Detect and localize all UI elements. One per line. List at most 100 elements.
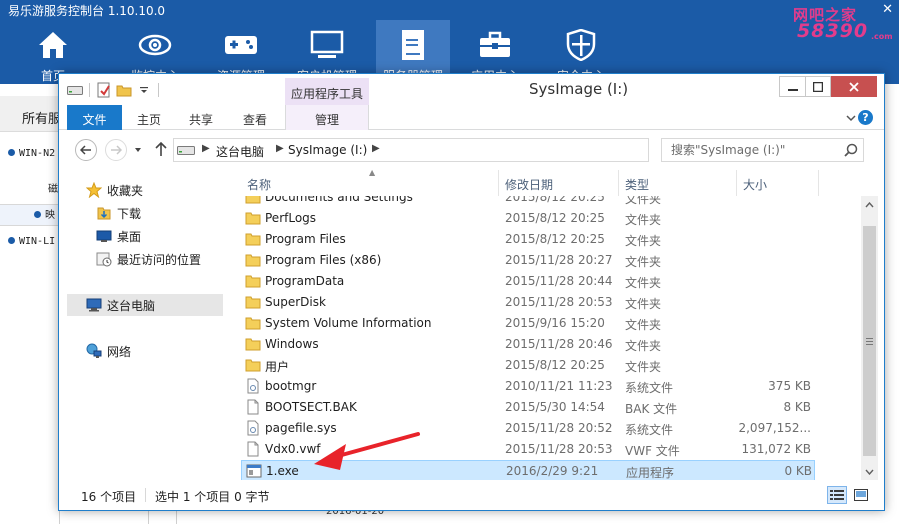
- drive-icon: [67, 82, 83, 98]
- system-file-icon: [245, 378, 261, 394]
- star-icon: [85, 182, 103, 198]
- folder-icon: [245, 273, 261, 289]
- tab-home[interactable]: 主页: [129, 105, 169, 130]
- file-type: 文件夹: [625, 234, 662, 248]
- file-name: Windows: [265, 337, 319, 351]
- expand-ribbon-icon[interactable]: [845, 112, 857, 124]
- help-icon[interactable]: ?: [858, 110, 873, 125]
- file-name: SuperDisk: [265, 295, 326, 309]
- file-row[interactable]: SuperDisk 2015/11/28 20:53 文件夹: [241, 292, 815, 313]
- back-arrow-icon: [80, 145, 91, 155]
- file-list: 名称 ▲ 修改日期 类型 大小 Documents and Settings 20…: [235, 168, 884, 480]
- close-button[interactable]: [831, 76, 877, 97]
- file-row[interactable]: 1.exe 2016/2/29 9:21 应用程序 0 KB: [241, 460, 815, 480]
- file-type: 系统文件: [625, 423, 674, 437]
- file-row[interactable]: bootmgr 2010/11/21 11:23 系统文件 375 KB: [241, 376, 815, 397]
- file-date: 2016/2/29 9:21: [506, 464, 599, 478]
- sidebar-sub-item-selected[interactable]: 映: [0, 206, 60, 228]
- tab-file[interactable]: 文件: [67, 105, 122, 130]
- computer-icon: [85, 297, 103, 313]
- file-name: bootmgr: [265, 379, 317, 393]
- nav-this-pc[interactable]: 这台电脑: [85, 295, 155, 315]
- file-date: 2015/8/12 20:25: [505, 232, 605, 246]
- maximize-icon: [813, 81, 823, 92]
- tab-manage[interactable]: 管理: [285, 105, 369, 130]
- search-input[interactable]: [663, 140, 838, 160]
- console-header: 易乐游服务控制台 1.10.10.0 首页 监控中心 资源管理: [0, 0, 899, 84]
- close-icon: [849, 81, 859, 92]
- file-name: System Volume Information: [265, 316, 432, 330]
- column-header-size[interactable]: 大小: [737, 170, 819, 196]
- title-bar[interactable]: 应用程序工具 SysImage (I:): [59, 74, 884, 105]
- file-row[interactable]: Program Files (x86) 2015/11/28 20:27 文件夹: [241, 250, 815, 271]
- shield-icon: [564, 28, 598, 61]
- console-close-button[interactable]: ✕: [882, 2, 893, 17]
- vertical-scrollbar[interactable]: [861, 196, 878, 480]
- search-icon[interactable]: [844, 143, 858, 157]
- file-rows: Documents and Settings 2015/8/12 20:25 文件夹…: [235, 196, 860, 480]
- file-type: 文件夹: [625, 196, 662, 206]
- file-date: 2015/11/28 20:53: [505, 442, 613, 456]
- toolbox-icon: [478, 28, 512, 61]
- file-row[interactable]: BOOTSECT.BAK 2015/5/30 14:54 BAK 文件 8 KB: [241, 397, 815, 418]
- scroll-up-icon[interactable]: [861, 196, 878, 213]
- nav-recent-places[interactable]: 最近访问的位置: [95, 249, 201, 269]
- folder-icon: [245, 252, 261, 268]
- properties-icon[interactable]: [96, 82, 112, 98]
- address-bar[interactable]: ▶ 这台电脑 ▶ SysImage (I:) ▶: [173, 138, 758, 162]
- nav-favorites[interactable]: 收藏夹: [85, 180, 143, 200]
- folder-icon: [245, 315, 261, 331]
- forward-button[interactable]: [105, 139, 127, 161]
- large-icons-view-button[interactable]: [851, 486, 871, 504]
- search-box[interactable]: [661, 138, 864, 162]
- scrollbar-thumb[interactable]: [863, 226, 876, 456]
- file-row[interactable]: pagefile.sys 2015/11/28 20:52 系统文件 2,097,15…: [241, 418, 815, 439]
- column-header-date[interactable]: 修改日期: [499, 170, 619, 196]
- new-folder-icon[interactable]: [116, 82, 132, 98]
- ribbon-tabs: 文件 主页 共享 查看 管理 ?: [59, 105, 884, 130]
- minimize-button[interactable]: [779, 76, 805, 97]
- sidebar-server-item[interactable]: WIN-LI: [0, 236, 60, 258]
- file-date: 2015/5/30 14:54: [505, 400, 605, 414]
- details-view-button[interactable]: [827, 486, 847, 504]
- monitor-icon: [310, 28, 344, 61]
- tab-view[interactable]: 查看: [235, 105, 275, 130]
- folder-icon: [245, 231, 261, 247]
- file-row[interactable]: ProgramData 2015/11/28 20:44 文件夹: [241, 271, 815, 292]
- folder-icon: [245, 294, 261, 310]
- recent-locations-icon[interactable]: [133, 144, 143, 154]
- file-name: Vdx0.vwf: [265, 442, 321, 456]
- file-row[interactable]: Vdx0.vwf 2015/11/28 20:53 VWF 文件 131,072 KB: [241, 439, 815, 460]
- window-title: SysImage (I:): [529, 80, 629, 98]
- up-arrow-icon[interactable]: [154, 141, 168, 157]
- sidebar-sub-item[interactable]: 磁: [0, 180, 60, 202]
- column-header-name[interactable]: 名称 ▲: [241, 168, 499, 196]
- sidebar-server-item[interactable]: WIN-N2: [0, 148, 60, 170]
- context-tab-header: 应用程序工具: [285, 78, 369, 105]
- column-header-type[interactable]: 类型: [619, 170, 737, 196]
- file-row[interactable]: Documents and Settings 2015/8/12 20:25 文件夹: [241, 196, 815, 208]
- file-row[interactable]: Program Files 2015/8/12 20:25 文件夹: [241, 229, 815, 250]
- file-type: BAK 文件: [625, 402, 678, 416]
- maximize-button[interactable]: [805, 76, 831, 97]
- nav-network[interactable]: 网络: [85, 341, 131, 361]
- file-type: 文件夹: [625, 297, 662, 311]
- divider: [145, 488, 146, 502]
- qat-dropdown-icon[interactable]: [136, 82, 152, 98]
- breadcrumb-drive[interactable]: SysImage (I:): [288, 143, 367, 157]
- scroll-down-icon[interactable]: [861, 463, 878, 480]
- back-button[interactable]: [75, 139, 97, 161]
- file-row[interactable]: 用户 2015/8/12 20:25 文件夹: [241, 355, 815, 376]
- file-row[interactable]: Windows 2015/11/28 20:46 文件夹: [241, 334, 815, 355]
- nav-desktop[interactable]: 桌面: [95, 226, 141, 246]
- quick-access-toolbar: [67, 82, 161, 98]
- nav-downloads[interactable]: 下载: [95, 203, 141, 223]
- status-bar: 16 个项目 选中 1 个项目 0 字节: [59, 480, 884, 510]
- breadcrumb-this-pc[interactable]: 这台电脑: [216, 143, 264, 160]
- file-row[interactable]: PerfLogs 2015/8/12 20:25 文件夹: [241, 208, 815, 229]
- tab-share[interactable]: 共享: [181, 105, 221, 130]
- eye-icon: [138, 28, 172, 61]
- file-size: 131,072 KB: [741, 442, 811, 456]
- file-icon: [245, 441, 261, 457]
- file-row[interactable]: System Volume Information 2015/9/16 15:20…: [241, 313, 815, 334]
